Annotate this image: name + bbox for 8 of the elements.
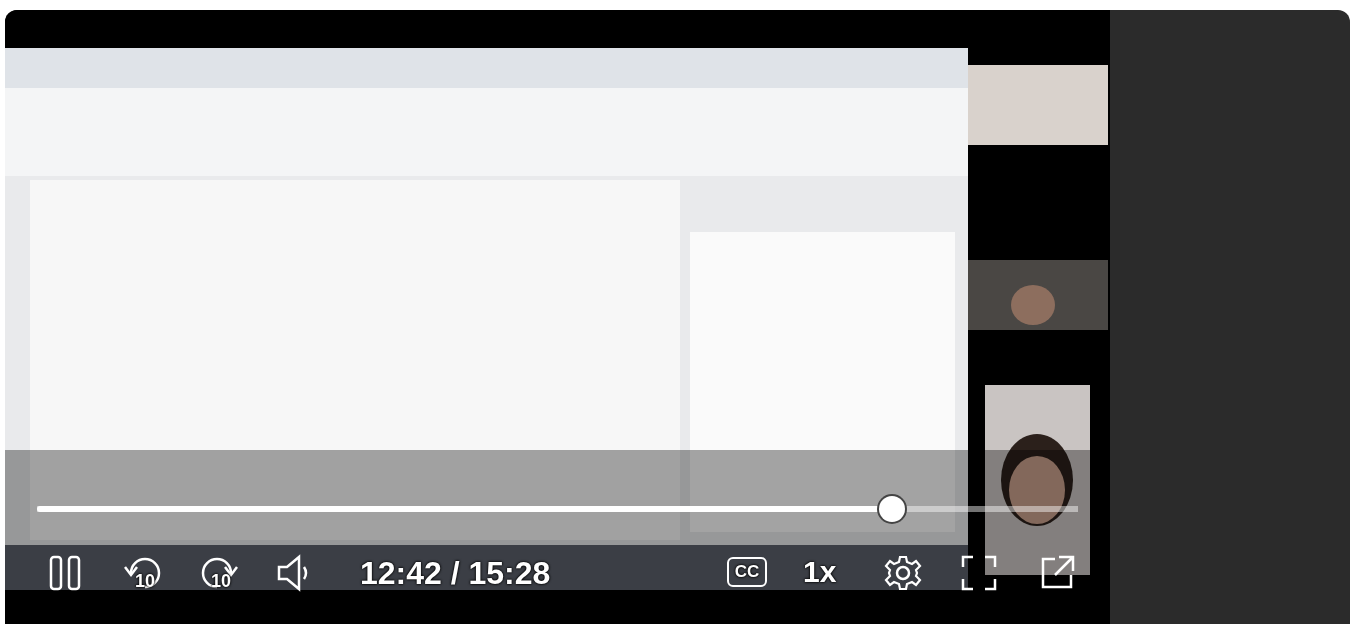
progress-handle[interactable] — [878, 496, 905, 522]
fullscreen-button[interactable] — [959, 553, 999, 593]
speed-button[interactable]: 1x — [803, 555, 837, 589]
forward-button[interactable]: 10 — [199, 553, 239, 593]
captions-button[interactable]: CC — [727, 557, 767, 587]
rewind-button[interactable]: 10 — [123, 553, 163, 593]
playback-time: 12:42 / 15:28 — [360, 555, 551, 592]
settings-button[interactable] — [883, 553, 923, 593]
